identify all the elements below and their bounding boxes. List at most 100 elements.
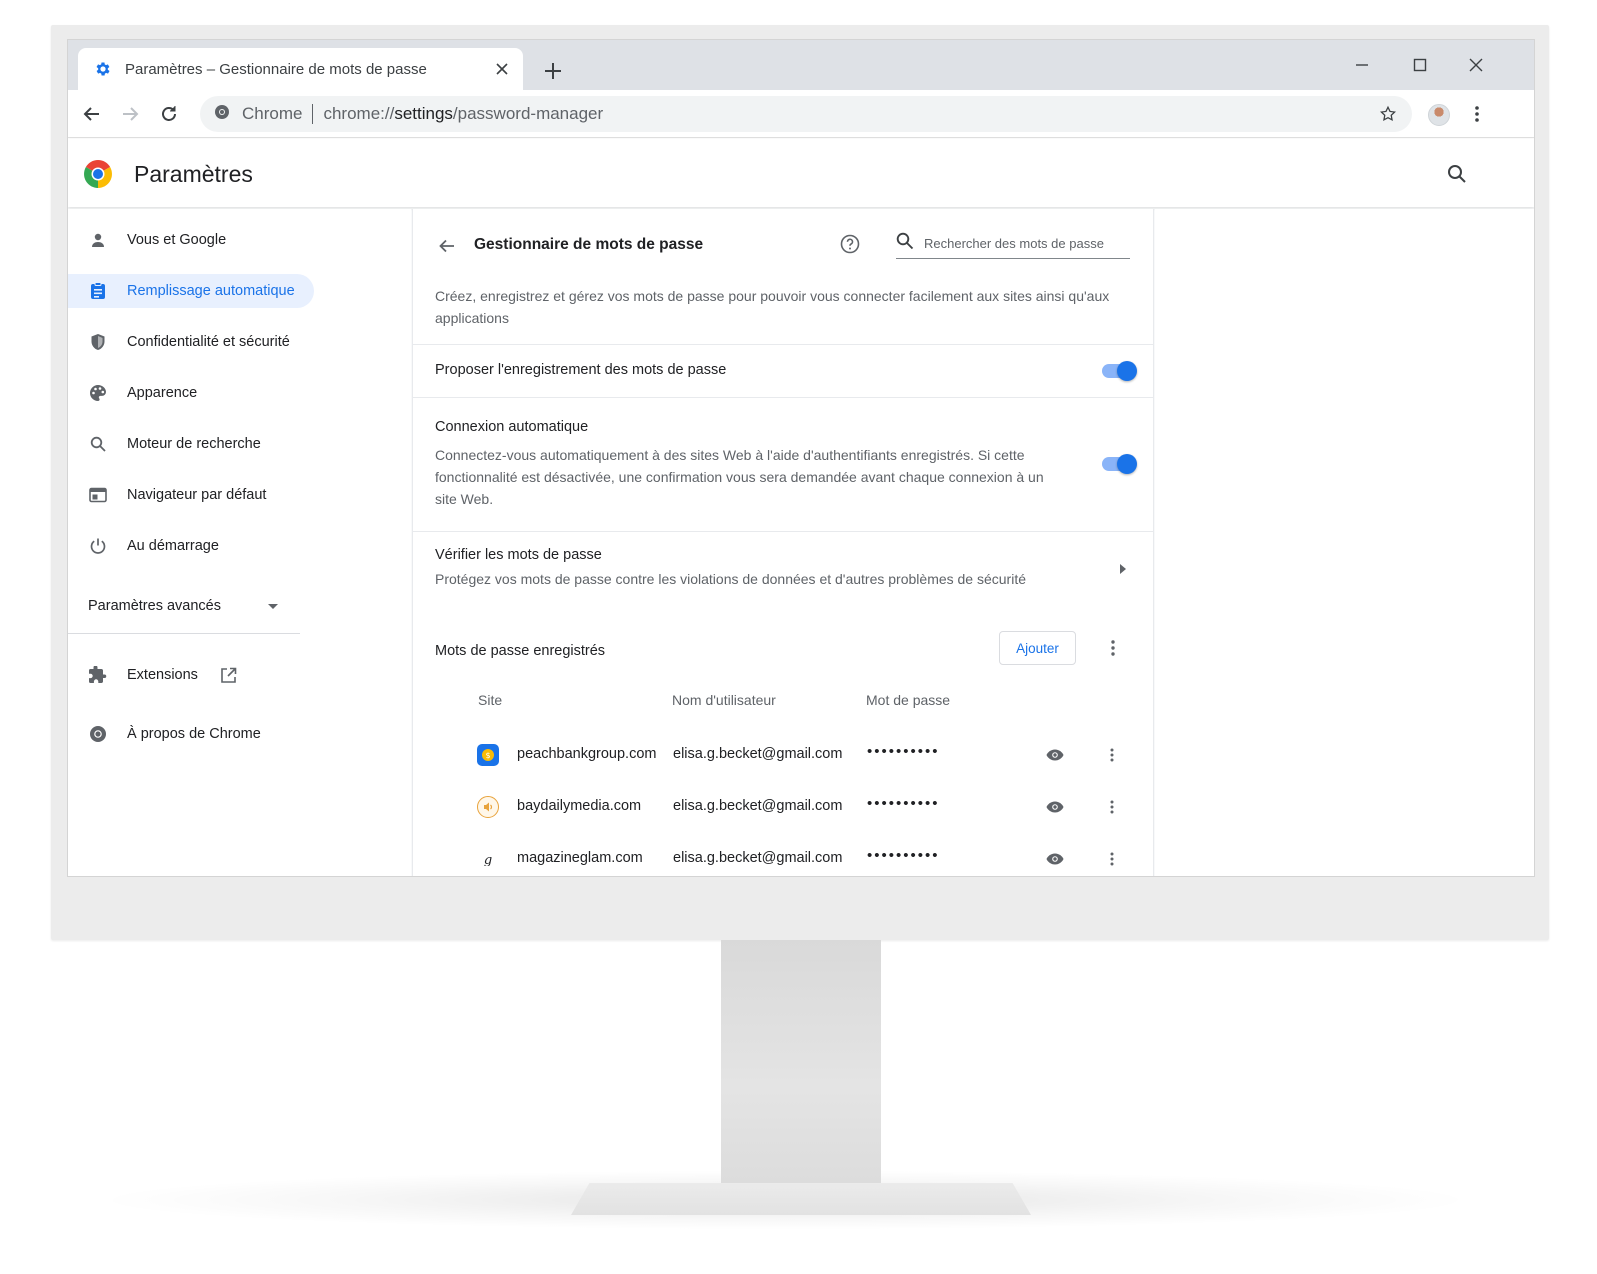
profile-avatar[interactable] xyxy=(1428,104,1450,126)
divider xyxy=(413,397,1153,398)
password-manager-card: Gestionnaire de mots de passe Créez, enr… xyxy=(412,209,1154,876)
back-arrow-icon[interactable] xyxy=(433,232,461,260)
sidebar-item-label: Moteur de recherche xyxy=(127,436,261,452)
sidebar-item-about-chrome[interactable]: À propos de Chrome xyxy=(68,717,314,751)
add-password-button[interactable]: Ajouter xyxy=(999,631,1076,665)
sidebar-item-label: Navigateur par défaut xyxy=(127,487,267,503)
check-passwords-label: Vérifier les mots de passe xyxy=(435,547,602,563)
magazineglam-icon: g xyxy=(477,848,499,870)
check-passwords-description: Protégez vos mots de passe contre les vi… xyxy=(435,571,1027,587)
sidebar-item-autofill[interactable]: Remplissage automatique xyxy=(68,274,314,308)
settings-search-icon[interactable] xyxy=(1442,159,1472,189)
bookmark-star-icon[interactable] xyxy=(1373,99,1403,129)
url-host: settings xyxy=(394,104,453,123)
sidebar-item-you-and-google[interactable]: Vous et Google xyxy=(68,223,314,257)
auto-signin-description: Connectez-vous automatiquement à des sit… xyxy=(435,447,1044,507)
settings-page: Paramètres Vous et Google Remplissage au… xyxy=(68,139,1534,876)
tab-title: Paramètres – Gestionnaire de mots de pas… xyxy=(125,60,427,78)
sidebar-item-appearance[interactable]: Apparence xyxy=(68,376,314,410)
sidebar-divider xyxy=(68,633,300,634)
reload-button[interactable] xyxy=(154,99,184,129)
tab-settings[interactable]: Paramètres – Gestionnaire de mots de pas… xyxy=(78,48,523,90)
password-search-field[interactable] xyxy=(896,229,1130,259)
address-bar[interactable]: Chrome chrome://settings/password-manage… xyxy=(200,96,1412,132)
row-more-icon[interactable] xyxy=(1100,795,1124,819)
password-masked: •••••••••• xyxy=(867,847,940,864)
svg-text:g: g xyxy=(484,853,492,866)
sidebar-item-label: À propos de Chrome xyxy=(127,726,261,742)
minimize-button[interactable] xyxy=(1342,50,1382,80)
caret-down-icon xyxy=(268,597,278,615)
help-icon[interactable] xyxy=(838,232,862,256)
site-name: peachbankgroup.com xyxy=(517,746,657,762)
sidebar-item-default-browser[interactable]: Navigateur par défaut xyxy=(68,478,314,512)
shield-icon xyxy=(88,332,108,352)
sidebar-item-label: Confidentialité et sécurité xyxy=(127,334,290,350)
advanced-settings-toggle[interactable]: Paramètres avancés xyxy=(88,597,278,615)
close-tab-icon[interactable] xyxy=(487,54,517,84)
show-password-eye-icon[interactable] xyxy=(1043,795,1067,819)
page-title: Gestionnaire de mots de passe xyxy=(474,236,704,253)
peachbank-icon: $ xyxy=(477,744,499,766)
site-label: Chrome xyxy=(242,104,303,123)
toggle-knob xyxy=(1117,361,1137,381)
site-name: baydailymedia.com xyxy=(517,798,642,814)
sidebar-item-label: Remplissage automatique xyxy=(127,283,295,299)
column-header-site: Site xyxy=(478,692,503,708)
sidebar-item-label: Apparence xyxy=(127,385,198,401)
arrow-right-icon[interactable] xyxy=(1113,559,1133,579)
row-more-icon[interactable] xyxy=(1100,847,1124,871)
gear-icon xyxy=(94,60,112,78)
sidebar-item-label: Extensions xyxy=(127,667,198,683)
password-row[interactable]: g magazineglam.com elisa.g.becket@gmail.… xyxy=(413,834,1153,876)
show-password-eye-icon[interactable] xyxy=(1043,847,1067,871)
row-more-icon[interactable] xyxy=(1100,743,1124,767)
puzzle-icon xyxy=(88,665,108,685)
forward-button[interactable] xyxy=(115,99,145,129)
password-row[interactable]: $ peachbankgroup.com elisa.g.becket@gmai… xyxy=(413,730,1153,782)
assignment-icon xyxy=(88,281,108,301)
maximize-button[interactable] xyxy=(1400,50,1440,80)
password-search-input[interactable] xyxy=(924,236,1124,251)
offer-save-toggle[interactable] xyxy=(1102,361,1137,381)
palette-icon xyxy=(88,383,108,403)
omnibox-separator xyxy=(312,104,314,124)
sidebar-item-on-startup[interactable]: Au démarrage xyxy=(68,529,314,563)
right-empty-pane xyxy=(1155,209,1534,876)
more-actions-icon[interactable] xyxy=(1101,636,1125,660)
column-header-password: Mot de passe xyxy=(866,692,951,708)
password-row[interactable]: baydailymedia.com elisa.g.becket@gmail.c… xyxy=(413,782,1153,834)
sidebar-item-search-engine[interactable]: Moteur de recherche xyxy=(68,427,314,461)
person-icon xyxy=(88,230,108,250)
password-manager-header: Gestionnaire de mots de passe xyxy=(413,209,1153,279)
saved-passwords-title: Mots de passe enregistrés xyxy=(435,643,606,659)
close-window-button[interactable] xyxy=(1456,50,1496,80)
password-manager-description: Créez, enregistrez et gérez vos mots de … xyxy=(435,288,1110,326)
monitor-base xyxy=(571,1183,1031,1215)
username: elisa.g.becket@gmail.com xyxy=(673,798,843,814)
url-path: /password-manager xyxy=(452,104,604,123)
toggle-knob xyxy=(1117,454,1137,474)
browser-icon xyxy=(88,485,108,505)
auto-signin-toggle[interactable] xyxy=(1102,454,1137,474)
password-masked: •••••••••• xyxy=(867,795,940,812)
sidebar-item-privacy[interactable]: Confidentialité et sécurité xyxy=(68,325,314,359)
tab-strip: Paramètres – Gestionnaire de mots de pas… xyxy=(68,40,1534,90)
settings-title: Paramètres xyxy=(134,161,253,187)
password-masked: •••••••••• xyxy=(867,743,940,760)
url-prefix: chrome:// xyxy=(323,104,395,123)
power-icon xyxy=(88,536,108,556)
settings-header: Paramètres xyxy=(68,139,1534,207)
sidebar-item-label: Au démarrage xyxy=(127,538,219,554)
browser-window: Paramètres – Gestionnaire de mots de pas… xyxy=(67,39,1535,877)
search-icon xyxy=(88,434,108,454)
back-button[interactable] xyxy=(77,99,107,129)
sidebar-item-extensions[interactable]: Extensions xyxy=(68,658,268,692)
show-password-eye-icon[interactable] xyxy=(1043,743,1067,767)
sidebar-item-label: Vous et Google xyxy=(127,232,227,248)
menu-kebab-icon[interactable] xyxy=(1462,99,1492,129)
offer-save-label: Proposer l'enregistrement des mots de pa… xyxy=(435,362,727,378)
new-tab-button[interactable] xyxy=(538,56,568,86)
username: elisa.g.becket@gmail.com xyxy=(673,746,843,762)
divider xyxy=(413,531,1153,532)
